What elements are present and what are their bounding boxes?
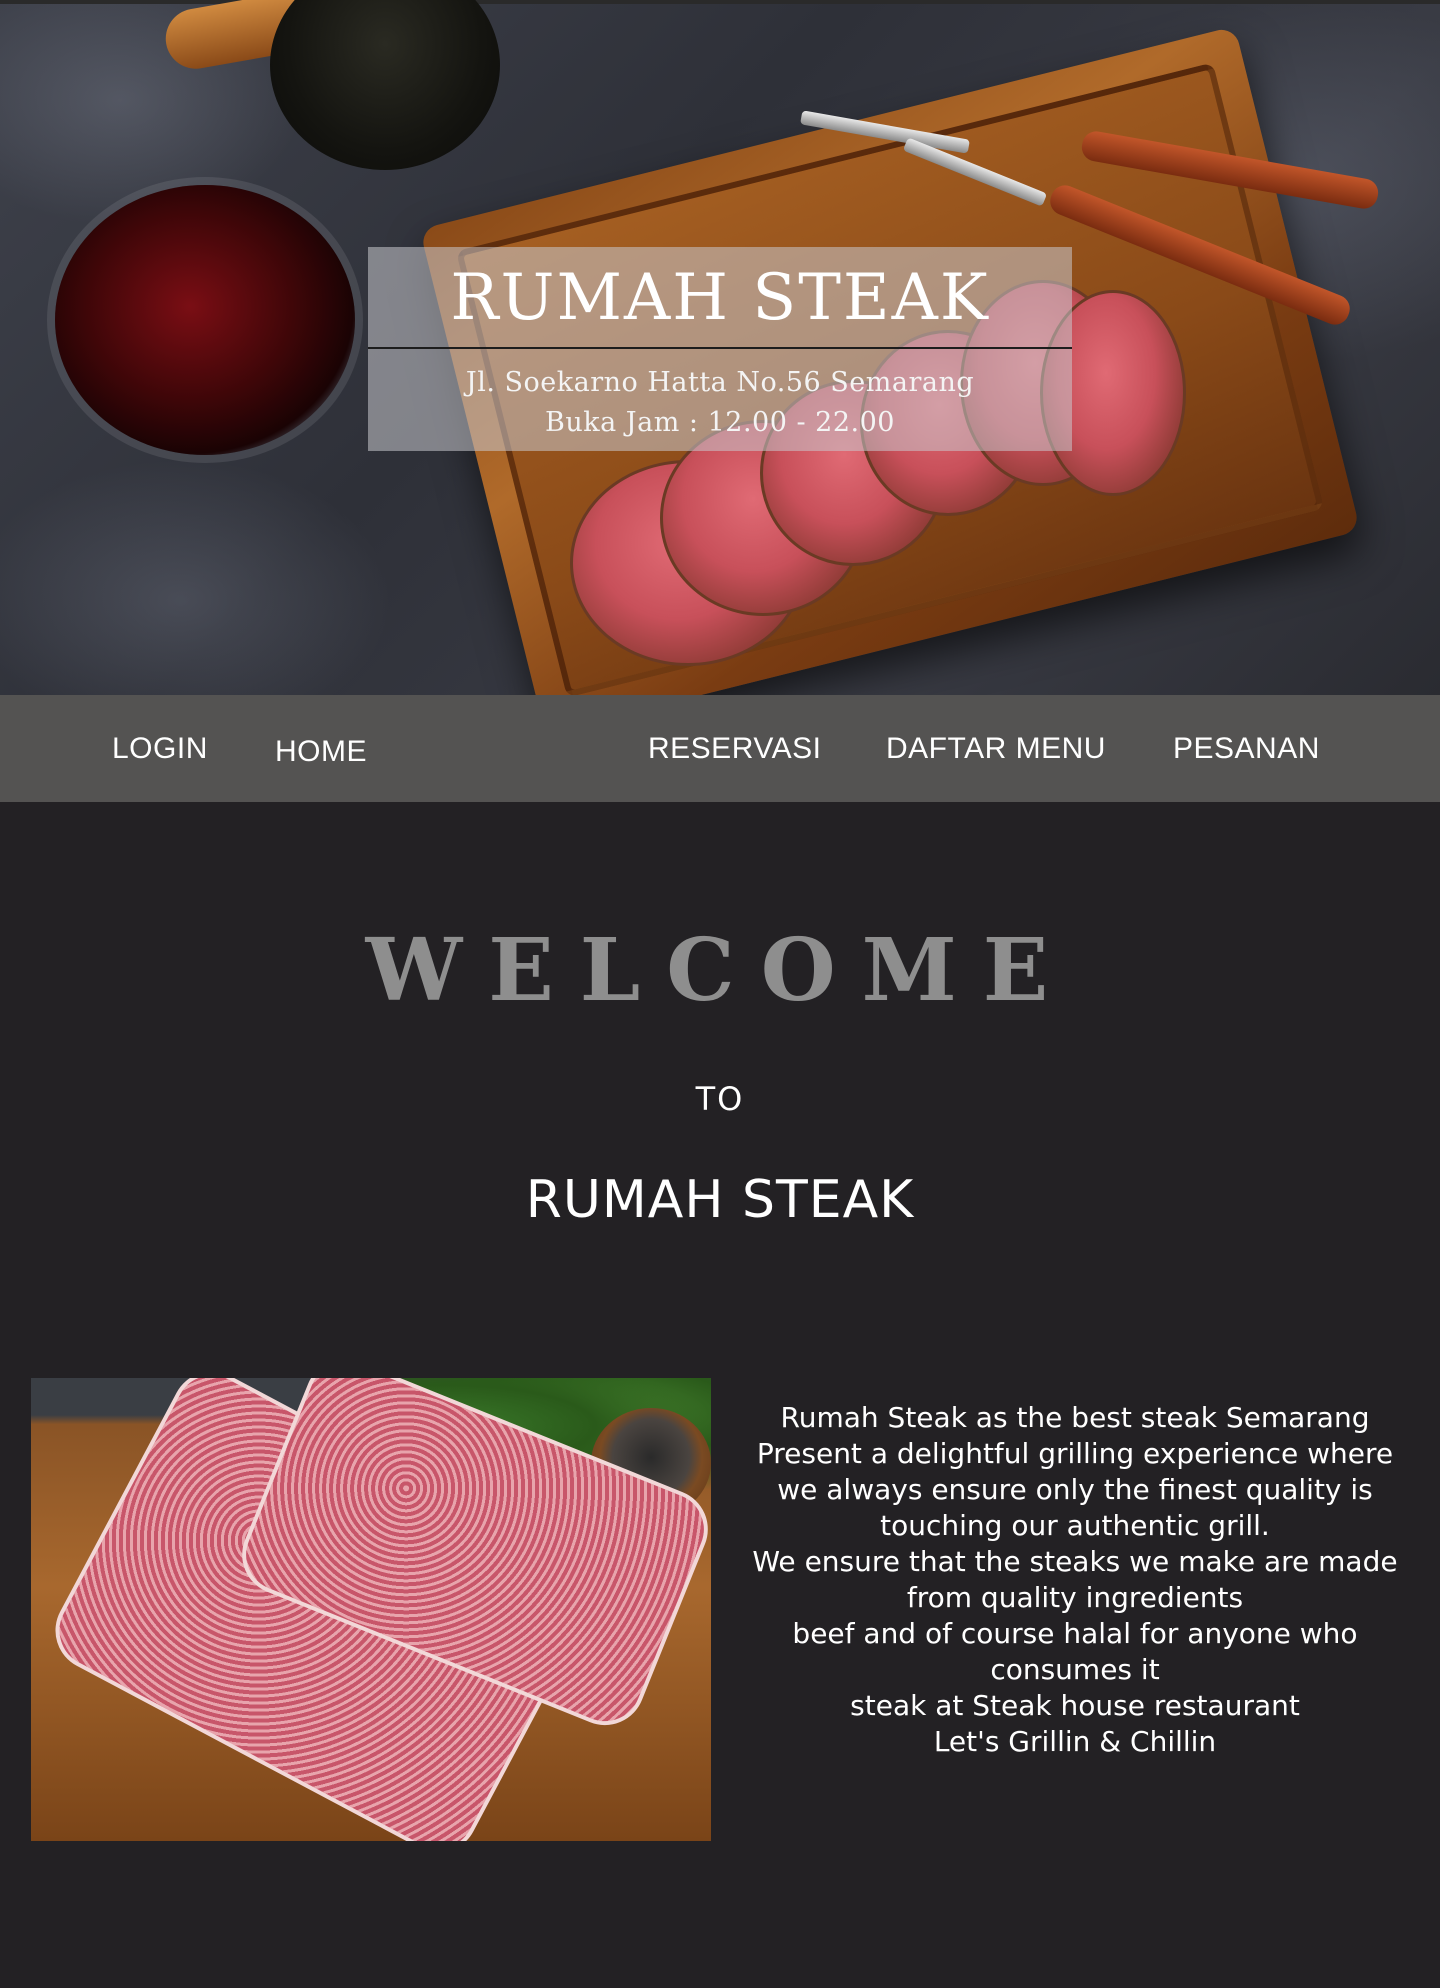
about-line: we always ensure only the finest quality…: [777, 1473, 1373, 1506]
wine-bottle-image: [270, 0, 500, 170]
nav-login-link[interactable]: LOGIN: [112, 695, 208, 802]
hero-banner: RUMAH STEAK Jl. Soekarno Hatta No.56 Sem…: [0, 0, 1440, 695]
about-description: Rumah Steak as the best steak Semarang P…: [740, 1400, 1410, 1760]
welcome-to-text: TO: [695, 1080, 745, 1118]
hero-opening-hours: Buka Jam : 12.00 - 22.00: [545, 407, 895, 438]
wine-glass-image: [55, 185, 355, 455]
hero-title: RUMAH STEAK: [450, 261, 990, 335]
about-line: We ensure that the steaks we make are ma…: [752, 1545, 1398, 1578]
welcome-brand-name: RUMAH STEAK: [525, 1170, 915, 1230]
hero-title-box: RUMAH STEAK Jl. Soekarno Hatta No.56 Sem…: [368, 247, 1072, 451]
about-line: touching our authentic grill.: [880, 1509, 1270, 1542]
about-line: Rumah Steak as the best steak Semarang: [780, 1401, 1370, 1434]
about-line: Present a delightful grilling experience…: [756, 1437, 1394, 1470]
nav-daftar-menu-link[interactable]: DAFTAR MENU: [886, 695, 1106, 802]
nav-reservasi-link[interactable]: RESERVASI: [648, 695, 821, 802]
top-border: [0, 0, 1440, 4]
about-line: beef and of course halal for anyone who: [792, 1617, 1358, 1650]
wagyu-steak-image: [31, 1378, 711, 1841]
nav-home-link[interactable]: HOME: [275, 698, 367, 805]
nav-pesanan-link[interactable]: PESANAN: [1173, 695, 1320, 802]
title-divider: [368, 347, 1072, 349]
main-nav: LOGIN HOME RESERVASI DAFTAR MENU PESANAN: [0, 695, 1440, 802]
hero-address: Jl. Soekarno Hatta No.56 Semarang: [465, 367, 975, 398]
about-line: consumes it: [990, 1653, 1160, 1686]
welcome-heading: WELCOME: [365, 920, 1075, 1021]
about-line: steak at Steak house restaurant: [850, 1689, 1300, 1722]
about-line: Let's Grillin & Chillin: [933, 1725, 1217, 1758]
about-line: from quality ingredients: [906, 1581, 1244, 1614]
